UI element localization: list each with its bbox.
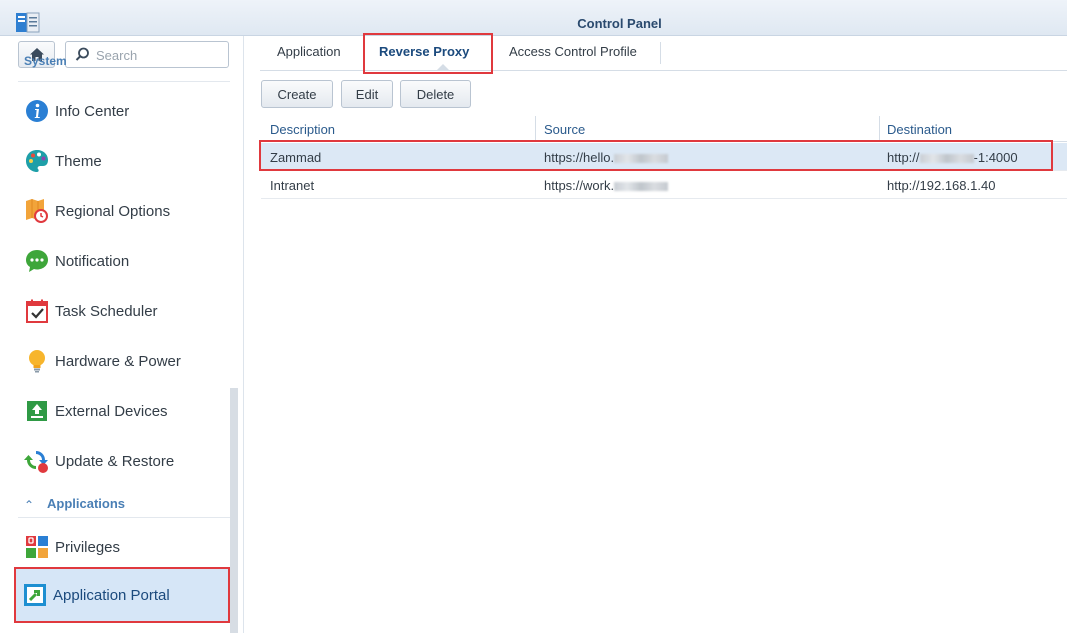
title-bar[interactable]: Control Panel — [0, 0, 1067, 36]
sidebar-scrollbar[interactable] — [230, 388, 238, 633]
delete-button[interactable]: Delete — [400, 80, 471, 108]
tab-divider — [660, 42, 661, 64]
table-row[interactable]: Intranet https://work. http://192.168.1.… — [261, 171, 1067, 199]
highlight-box-reverse-proxy — [363, 33, 493, 74]
sidebar-item-regional-options[interactable]: Regional Options — [18, 186, 230, 236]
column-header-description[interactable]: Description — [270, 122, 335, 137]
search-icon — [75, 47, 89, 61]
sidebar-item-task-scheduler[interactable]: Task Scheduler — [18, 286, 230, 336]
search-field[interactable] — [65, 41, 229, 68]
calendar-check-icon — [23, 297, 51, 325]
section-system-label: System — [24, 54, 67, 68]
column-header-source[interactable]: Source — [544, 122, 585, 137]
sidebar-item-label: Notification — [55, 252, 130, 270]
sidebar-item-label: Regional Options — [55, 202, 171, 220]
table-header: Description Source Destination — [261, 116, 1067, 142]
sidebar-item-hardware-power[interactable]: Hardware & Power — [18, 336, 230, 386]
upload-drive-icon — [23, 397, 51, 425]
window-title: Control Panel — [577, 16, 662, 31]
lightbulb-icon — [23, 347, 51, 375]
cell-description: Intranet — [270, 178, 315, 193]
sidebar-item-notification[interactable]: Notification — [18, 236, 230, 286]
portal-icon — [21, 581, 49, 609]
sidebar-item-label: Application Portal — [53, 586, 170, 604]
cell-source: https://work. — [544, 178, 669, 193]
section-applications-label: Applications — [47, 496, 126, 511]
sidebar-item-update-restore[interactable]: Update & Restore — [18, 436, 230, 486]
refresh-icon — [23, 447, 51, 475]
privileges-icon — [23, 533, 51, 561]
palette-icon — [23, 147, 51, 175]
search-input[interactable] — [96, 46, 221, 64]
tab-application[interactable]: Application — [277, 44, 341, 59]
sidebar-item-label: Info Center — [55, 102, 130, 120]
main-panel: Application Reverse Proxy Access Control… — [245, 33, 1067, 633]
column-divider[interactable] — [879, 116, 880, 142]
sidebar-item-label: External Devices — [55, 402, 168, 420]
divider — [18, 81, 230, 82]
chevron-up-icon: ⌃ — [24, 498, 35, 512]
map-clock-icon — [23, 197, 51, 225]
sidebar-item-label: Theme — [55, 152, 102, 170]
edit-button[interactable]: Edit — [341, 80, 393, 108]
create-button[interactable]: Create — [261, 80, 333, 108]
section-system-header[interactable]: System — [24, 54, 67, 77]
sidebar-item-privileges[interactable]: Privileges — [18, 522, 230, 572]
sidebar-item-info-center[interactable]: Info Center — [18, 86, 230, 136]
sidebar-item-label: Task Scheduler — [55, 302, 158, 320]
sidebar-item-label: Update & Restore — [55, 452, 175, 470]
column-divider[interactable] — [535, 116, 536, 142]
sidebar-item-application-portal[interactable]: Application Portal — [14, 567, 230, 623]
cell-destination: http://192.168.1.40 — [887, 178, 996, 193]
section-applications-header[interactable]: ⌃ Applications — [18, 494, 230, 518]
sidebar-item-theme[interactable]: Theme — [18, 136, 230, 186]
sidebar: System Info Center Theme Regional Option… — [0, 36, 244, 633]
sidebar-item-label: Privileges — [55, 538, 121, 556]
highlight-box-zammad-row — [259, 140, 1053, 171]
sidebar-item-external-devices[interactable]: External Devices — [18, 386, 230, 436]
sidebar-item-label: Hardware & Power — [55, 352, 181, 370]
column-header-destination[interactable]: Destination — [887, 122, 952, 137]
control-panel-window: Control Panel System Info Center — [0, 0, 1067, 633]
info-icon — [23, 97, 51, 125]
tab-access-control-profile[interactable]: Access Control Profile — [509, 44, 637, 59]
chat-bubble-icon — [23, 247, 51, 275]
redacted-text — [614, 182, 669, 192]
